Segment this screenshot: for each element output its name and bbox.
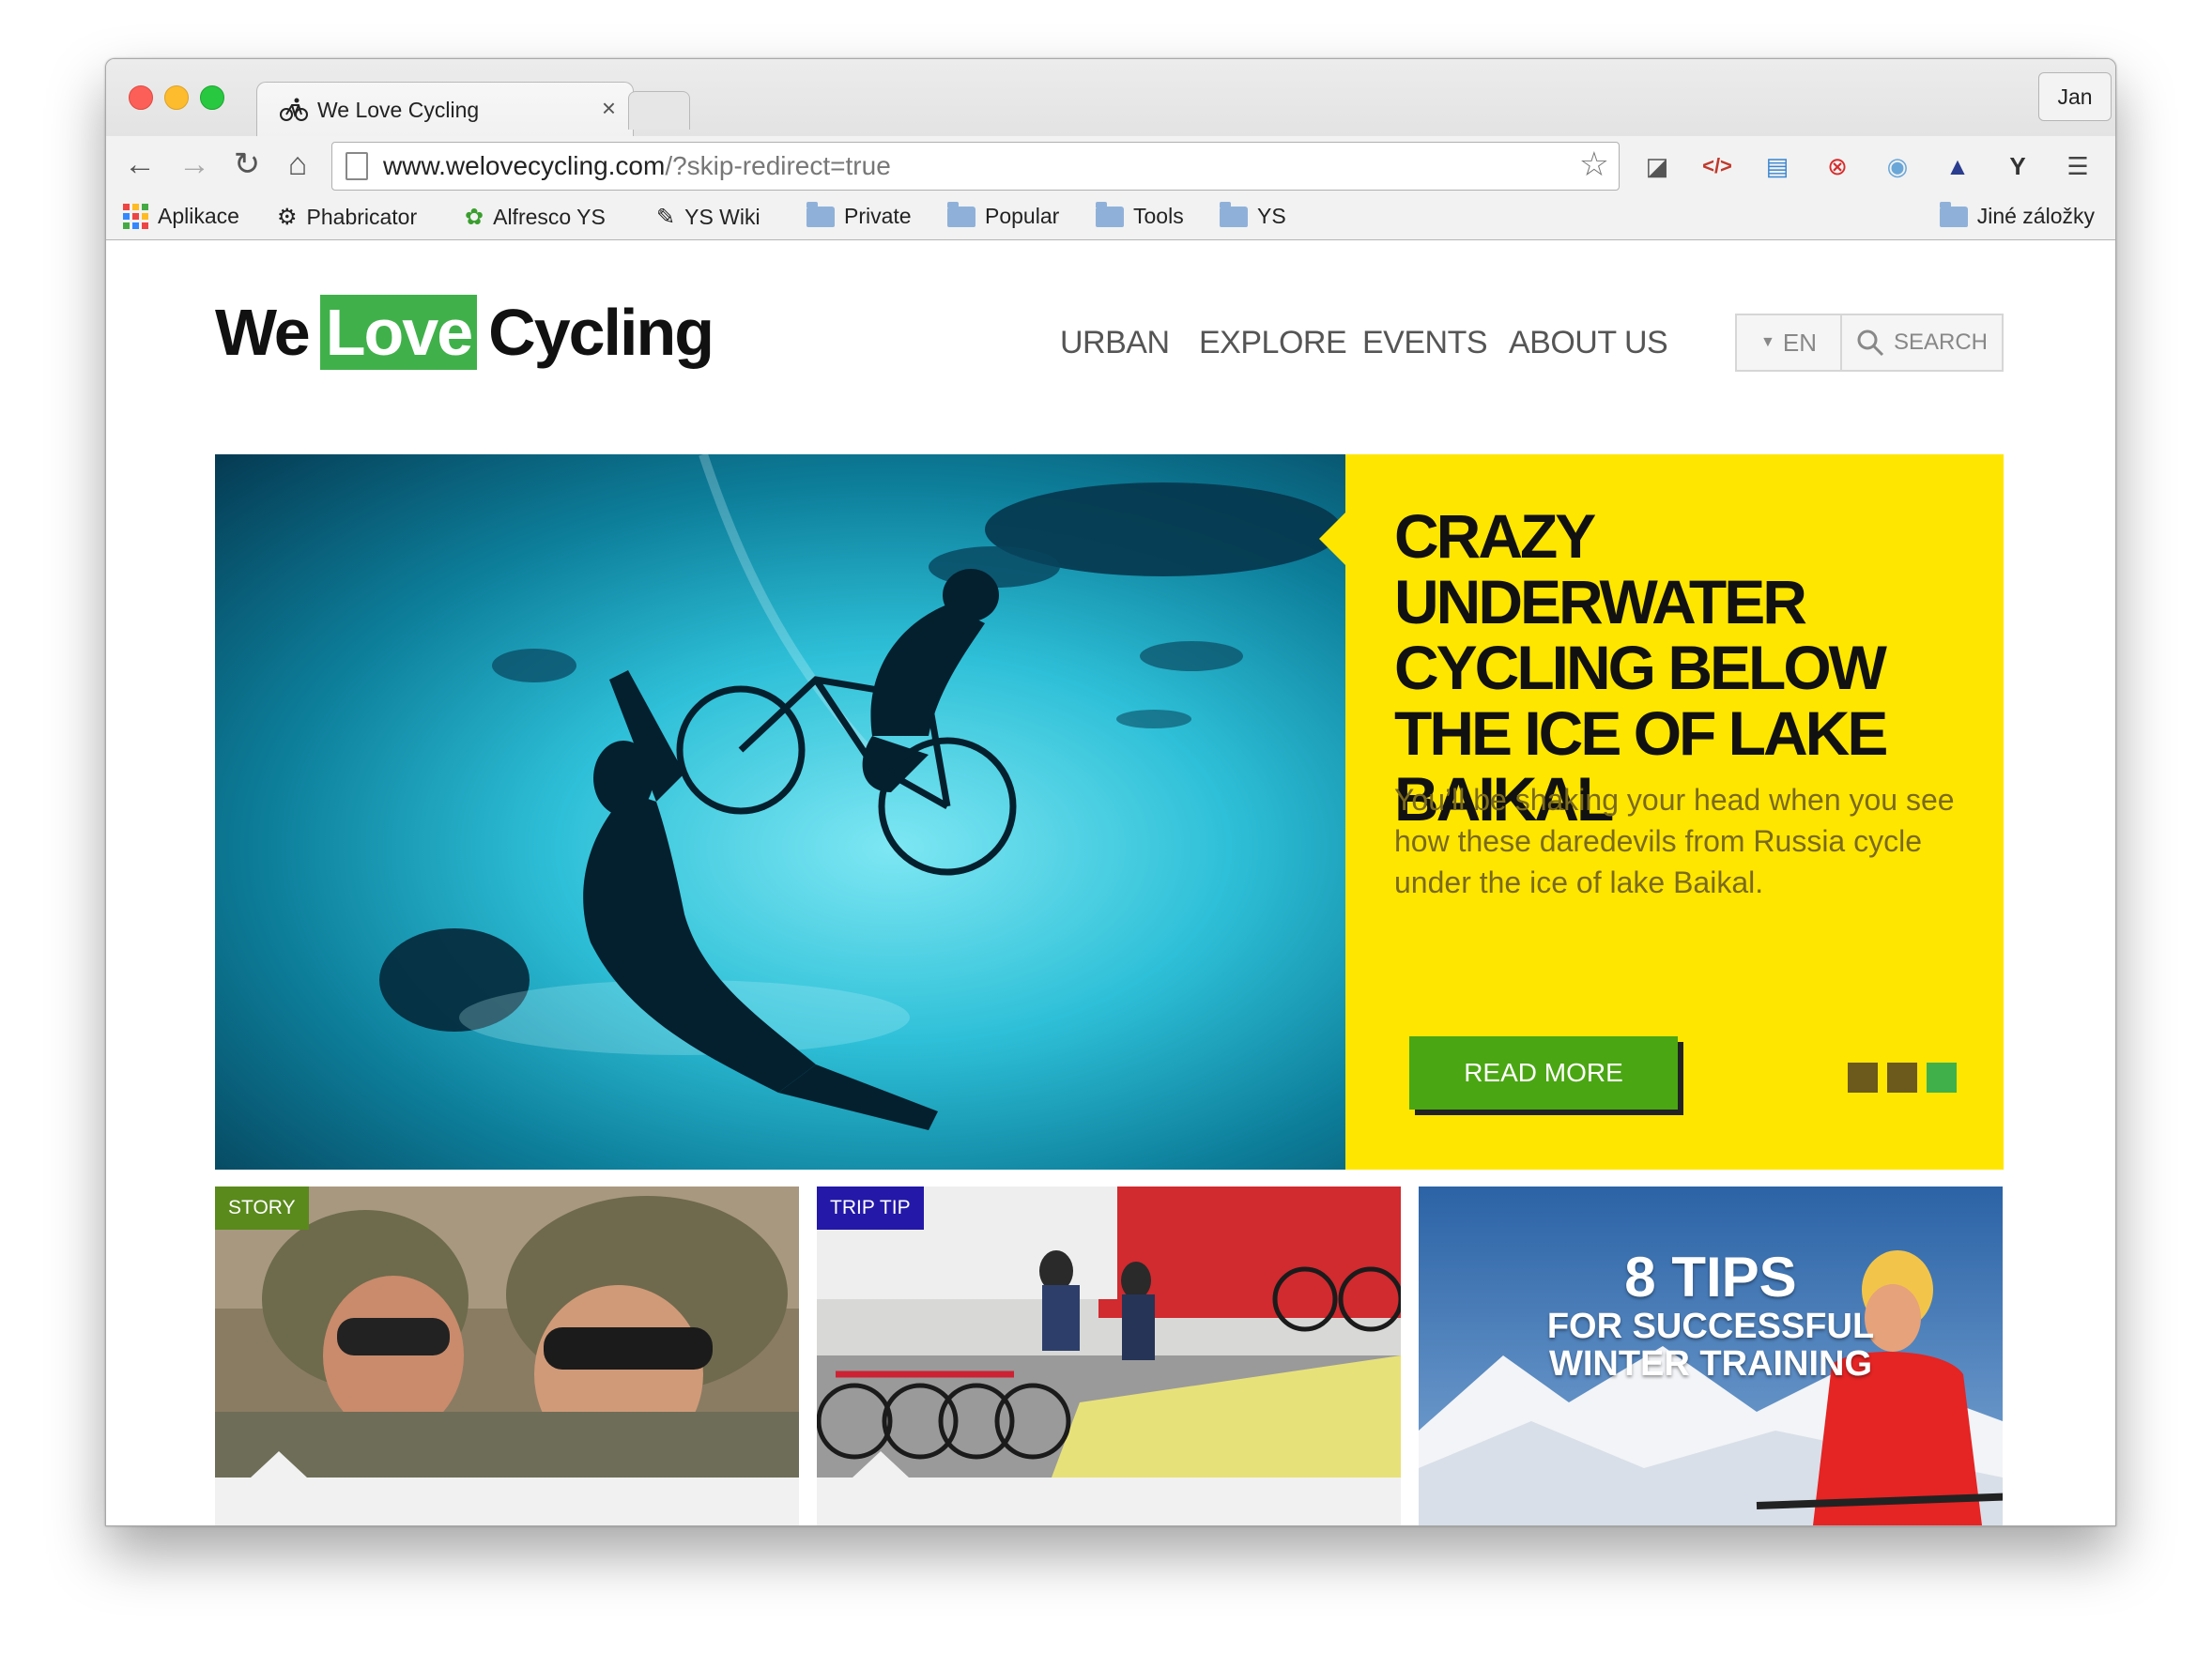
slide-indicators (1848, 1063, 1957, 1093)
browser-window: We Love Cycling × Jan ← → ↻ ⌂ www.welove… (105, 58, 2116, 1526)
bookmark-aplikace[interactable]: Aplikace (123, 204, 239, 229)
nav-events[interactable]: EVENTS (1362, 325, 1488, 361)
tips-line-1: FOR SUCCESSFUL (1546, 1307, 1875, 1346)
bookmark-other[interactable]: Jiné záložky (1939, 201, 2095, 229)
extension-code-icon[interactable]: </> (1698, 147, 1736, 185)
reload-icon[interactable]: ↻ (228, 145, 266, 183)
forward-arrow-icon[interactable]: → (176, 145, 213, 183)
address-url: www.welovecycling.com/?skip-redirect=tru… (383, 151, 891, 180)
folder-icon (1096, 201, 1124, 227)
search-button[interactable]: SEARCH (1840, 314, 2004, 372)
bookmark-phabricator[interactable]: ⚙ Phabricator (277, 204, 417, 231)
maximize-window-button[interactable] (200, 85, 224, 110)
tab-title: We Love Cycling (317, 98, 480, 122)
home-icon[interactable]: ⌂ (279, 145, 316, 183)
bookmarks-bar: Aplikace ⚙ Phabricator ✿ Alfresco YS ✎ Y… (106, 194, 2115, 239)
wiki-icon: ✎ (656, 205, 676, 230)
alfresco-icon: ✿ (465, 205, 484, 230)
card-footer (215, 1451, 799, 1525)
apps-grid-icon (123, 204, 148, 229)
page-icon (346, 152, 368, 180)
extension-camera-icon[interactable]: ◉ (1879, 147, 1916, 185)
close-window-button[interactable] (129, 85, 153, 110)
nav-explore[interactable]: EXPLORE (1199, 325, 1347, 361)
bookmark-popular[interactable]: Popular (947, 201, 1059, 229)
extension-flag-icon[interactable]: ▲ (1939, 147, 1976, 185)
search-icon (1857, 329, 1884, 357)
nav-urban[interactable]: URBAN (1060, 325, 1170, 361)
slide-dot-3[interactable] (1927, 1063, 1957, 1093)
card-trip-tip[interactable]: TRIP TIP (817, 1187, 1401, 1525)
story-tag[interactable]: STORY (215, 1187, 309, 1230)
bookmark-ys[interactable]: YS (1220, 201, 1286, 229)
extension-y-icon[interactable]: Y (1999, 147, 2036, 185)
bicycle-icon (280, 98, 308, 121)
slide-dot-2[interactable] (1887, 1063, 1917, 1093)
hero-description: You’ll be shaking your head when you see… (1394, 783, 1955, 899)
folder-icon (1939, 201, 1968, 227)
folder-icon (806, 201, 835, 227)
tips-line-2: WINTER TRAINING (1548, 1344, 1873, 1384)
tips-number: 8 TIPS (1624, 1246, 1797, 1309)
slide-dot-1[interactable] (1848, 1063, 1878, 1093)
minimize-window-button[interactable] (164, 85, 189, 110)
card-story[interactable]: STORY (215, 1187, 799, 1525)
back-arrow-icon[interactable]: ← (121, 145, 159, 183)
bookmark-star-icon[interactable]: ☆ (1579, 145, 1609, 184)
extension-map-icon[interactable]: ◪ (1638, 147, 1676, 185)
bike-team-image (817, 1187, 1401, 1478)
extension-block-icon[interactable]: ⊗ (1819, 147, 1856, 185)
tab-close-icon[interactable]: × (602, 94, 616, 123)
hero-panel: CRAZY UNDERWATER CYCLING BELOW THE ICE O… (1319, 454, 2004, 1170)
folder-icon (947, 201, 975, 227)
card-footer (817, 1451, 1401, 1525)
new-tab-button[interactable] (628, 91, 690, 130)
underwater-cyclists-image (379, 454, 1342, 1130)
nav-about-us[interactable]: ABOUT US (1509, 325, 1668, 361)
hero-image[interactable] (215, 454, 1345, 1170)
extension-window-icon[interactable]: ▤ (1759, 147, 1796, 185)
trip-tip-tag[interactable]: TRIP TIP (817, 1187, 924, 1230)
bookmark-tools[interactable]: Tools (1096, 201, 1184, 229)
bookmark-ys-wiki[interactable]: ✎ YS Wiki (656, 204, 760, 231)
read-more-button[interactable]: READ MORE (1409, 1036, 1678, 1110)
site-logo[interactable]: We Love Cycling (215, 295, 714, 370)
soldiers-image (215, 1187, 799, 1478)
profile-button[interactable]: Jan (2038, 72, 2112, 121)
bookmark-alfresco[interactable]: ✿ Alfresco YS (465, 204, 606, 231)
browser-toolbar: ← → ↻ ⌂ www.welovecycling.com/?skip-redi… (106, 136, 2115, 194)
language-selector[interactable]: ▼ EN (1735, 314, 1842, 372)
web-page: We Love Cycling URBAN EXPLORE EVENTS ABO… (106, 240, 2115, 1525)
phabricator-icon: ⚙ (277, 205, 298, 230)
bookmark-private[interactable]: Private (806, 201, 912, 229)
card-winter-tips[interactable]: 8 TIPS FOR SUCCESSFUL WINTER TRAINING (1419, 1187, 2003, 1525)
folder-icon (1220, 201, 1248, 227)
address-bar[interactable]: www.welovecycling.com/?skip-redirect=tru… (331, 142, 1620, 191)
browser-chrome: We Love Cycling × Jan ← → ↻ ⌂ www.welove… (106, 59, 2115, 240)
menu-hamburger-icon[interactable]: ☰ (2059, 147, 2097, 185)
browser-tab[interactable]: We Love Cycling × (256, 82, 634, 137)
caret-down-icon: ▼ (1760, 334, 1775, 350)
